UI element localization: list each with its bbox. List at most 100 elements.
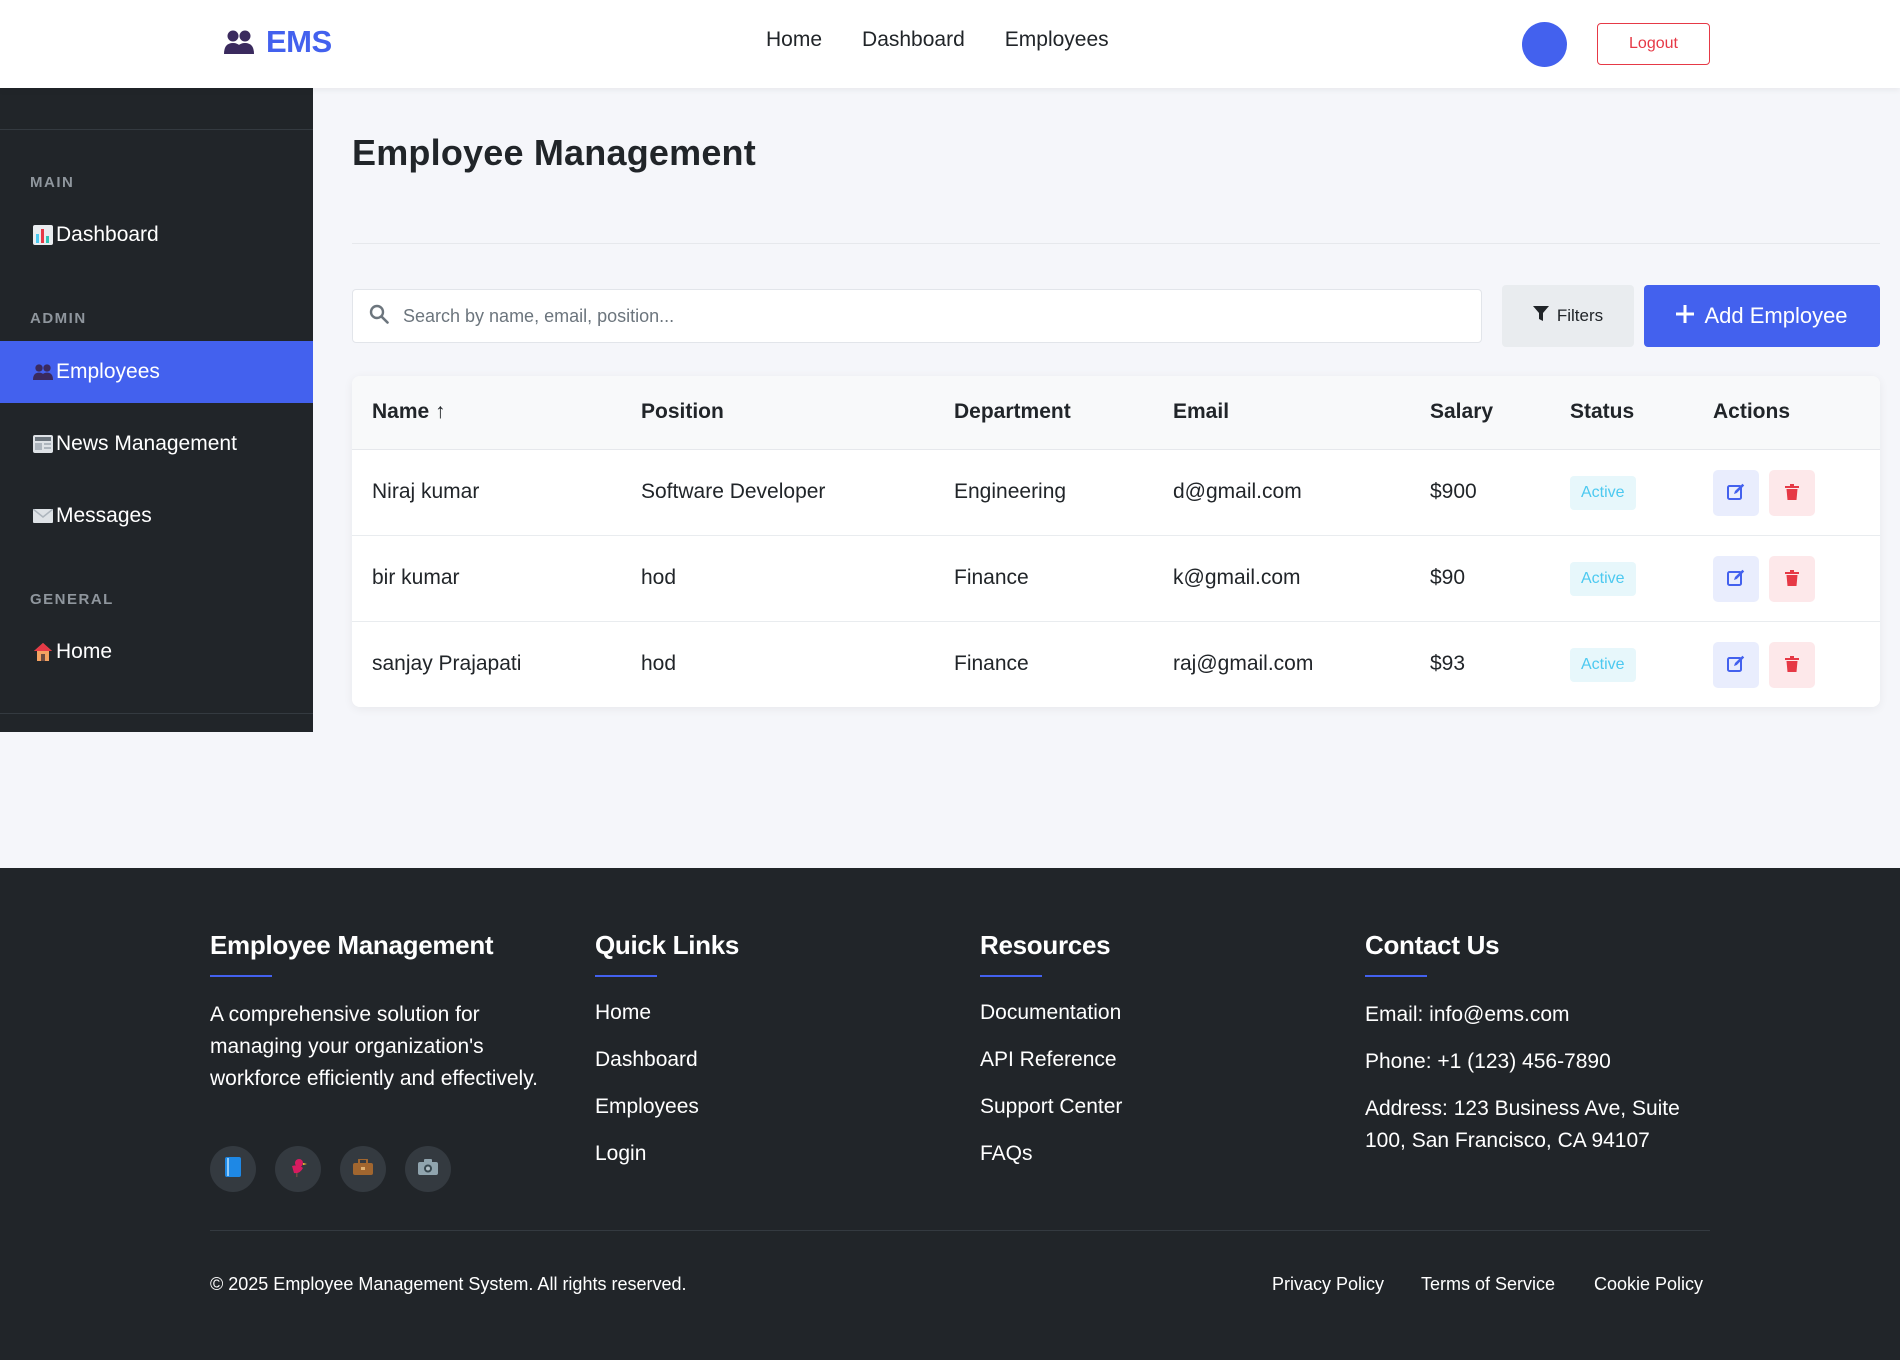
sidebar-item-messages[interactable]: Messages xyxy=(0,485,313,547)
status-badge: Active xyxy=(1570,476,1636,510)
trash-icon xyxy=(1785,569,1799,589)
cell-name: sanjay Prajapati xyxy=(372,652,522,675)
cell-email: raj@gmail.com xyxy=(1173,652,1314,675)
footer-link-list: Documentation API Reference Support Cent… xyxy=(980,989,1310,1177)
delete-button[interactable] xyxy=(1769,642,1815,688)
people-icon xyxy=(224,27,254,57)
footer-heading: Quick Links xyxy=(595,930,740,960)
sidebar: MAIN Dashboard ADMIN Employees News Mana… xyxy=(0,88,313,732)
table-row: sanjay Prajapati hod Finance raj@gmail.c… xyxy=(352,622,1880,707)
cell-salary: $93 xyxy=(1430,652,1466,675)
status-badge: Active xyxy=(1570,648,1636,682)
table-header: Name ↑ Position Department Email Salary … xyxy=(352,376,1880,450)
table-row: bir kumar hod Finance k@gmail.com $90 Ac… xyxy=(352,536,1880,622)
copyright-text: © 2025 Employee Management System. All r… xyxy=(210,1274,687,1294)
contact-email: Email: info@ems.com xyxy=(1365,1003,1570,1026)
trash-icon xyxy=(1785,483,1799,503)
title-divider xyxy=(352,243,1880,244)
nav-link-dashboard[interactable]: Dashboard xyxy=(862,28,965,52)
footer: Employee Management A comprehensive solu… xyxy=(0,868,1900,1360)
sidebar-divider xyxy=(0,129,313,130)
search-input[interactable] xyxy=(403,305,1453,327)
add-employee-button[interactable]: Add Employee xyxy=(1644,285,1880,347)
sidebar-item-dashboard[interactable]: Dashboard xyxy=(0,204,313,266)
briefcase-icon xyxy=(353,1157,373,1180)
sidebar-item-label: News Management xyxy=(56,432,237,455)
trash-icon xyxy=(1785,655,1799,675)
contact-address: Address: 123 Business Ave, Suite 100, Sa… xyxy=(1365,1097,1680,1152)
footer-link-documentation[interactable]: Documentation xyxy=(980,989,1310,1036)
column-header-status: Status xyxy=(1570,400,1635,423)
column-header-salary: Salary xyxy=(1430,400,1494,423)
footer-heading: Contact Us xyxy=(1365,930,1500,960)
footer-link-list: Home Dashboard Employees Login xyxy=(595,989,925,1177)
heading-underline xyxy=(595,975,657,977)
footer-link-faqs[interactable]: FAQs xyxy=(980,1130,1310,1177)
column-header-department: Department xyxy=(954,400,1071,423)
cell-position: hod xyxy=(641,652,677,675)
sidebar-section-general: GENERAL xyxy=(30,591,114,608)
cell-email: d@gmail.com xyxy=(1173,480,1302,503)
contact-phone: Phone: +1 (123) 456-7890 xyxy=(1365,1050,1611,1073)
footer-link-login[interactable]: Login xyxy=(595,1130,925,1177)
column-header-email: Email xyxy=(1173,400,1230,423)
column-header-position: Position xyxy=(641,400,724,423)
column-header-name[interactable]: Name ↑ xyxy=(372,400,446,424)
logout-button[interactable]: Logout xyxy=(1597,23,1710,65)
sidebar-section-main: MAIN xyxy=(30,174,75,191)
nav-link-employees[interactable]: Employees xyxy=(1005,28,1109,52)
social-link[interactable] xyxy=(340,1146,386,1192)
cell-department: Finance xyxy=(954,652,1029,675)
sidebar-item-label: Dashboard xyxy=(56,223,159,246)
sidebar-divider xyxy=(0,713,313,714)
house-icon xyxy=(32,641,54,663)
footer-about: Employee Management A comprehensive solu… xyxy=(210,930,540,1095)
edit-icon xyxy=(1727,655,1745,676)
footer-link-home[interactable]: Home xyxy=(595,989,925,1036)
delete-button[interactable] xyxy=(1769,556,1815,602)
footer-link-cookie-policy[interactable]: Cookie Policy xyxy=(1594,1274,1703,1295)
plus-icon xyxy=(1676,303,1695,329)
bird-icon xyxy=(288,1157,308,1182)
filter-icon xyxy=(1532,305,1549,327)
add-employee-label: Add Employee xyxy=(1704,303,1848,328)
footer-link-support-center[interactable]: Support Center xyxy=(980,1083,1310,1130)
footer-link-employees[interactable]: Employees xyxy=(595,1083,925,1130)
edit-button[interactable] xyxy=(1713,470,1759,516)
cell-position: hod xyxy=(641,566,677,589)
footer-link-dashboard[interactable]: Dashboard xyxy=(595,1036,925,1083)
edit-icon xyxy=(1727,569,1745,590)
filters-button[interactable]: Filters xyxy=(1502,285,1634,347)
cell-name: Niraj kumar xyxy=(372,480,480,503)
delete-button[interactable] xyxy=(1769,470,1815,516)
footer-link-api-reference[interactable]: API Reference xyxy=(980,1036,1310,1083)
status-badge: Active xyxy=(1570,562,1636,596)
edit-button[interactable] xyxy=(1713,642,1759,688)
employee-table: Name ↑ Position Department Email Salary … xyxy=(352,376,1880,707)
bar-chart-icon xyxy=(32,224,54,246)
cell-department: Engineering xyxy=(954,480,1067,503)
footer-about-text: A comprehensive solution for managing yo… xyxy=(210,1003,538,1090)
footer-divider xyxy=(210,1230,1710,1231)
nav-link-home[interactable]: Home xyxy=(766,28,822,52)
sidebar-item-news-management[interactable]: News Management xyxy=(0,413,313,475)
search-box xyxy=(352,289,1482,343)
cell-position: Software Developer xyxy=(641,480,826,503)
cell-department: Finance xyxy=(954,566,1029,589)
newspaper-icon xyxy=(32,433,54,455)
sidebar-item-label: Messages xyxy=(56,504,152,527)
social-link[interactable] xyxy=(275,1146,321,1192)
social-link[interactable] xyxy=(405,1146,451,1192)
user-avatar[interactable] xyxy=(1522,22,1567,67)
sidebar-item-home[interactable]: Home xyxy=(0,621,313,683)
footer-link-terms-of-service[interactable]: Terms of Service xyxy=(1421,1274,1555,1295)
footer-contact: Contact Us Email: info@ems.com Phone: +1… xyxy=(1365,930,1710,1157)
brand-logo[interactable]: EMS xyxy=(224,24,332,60)
heading-underline xyxy=(1365,975,1427,977)
book-icon xyxy=(225,1156,241,1182)
edit-button[interactable] xyxy=(1713,556,1759,602)
sidebar-item-employees[interactable]: Employees xyxy=(0,341,313,403)
search-icon xyxy=(369,304,389,329)
footer-link-privacy-policy[interactable]: Privacy Policy xyxy=(1272,1274,1384,1295)
social-link[interactable] xyxy=(210,1146,256,1192)
